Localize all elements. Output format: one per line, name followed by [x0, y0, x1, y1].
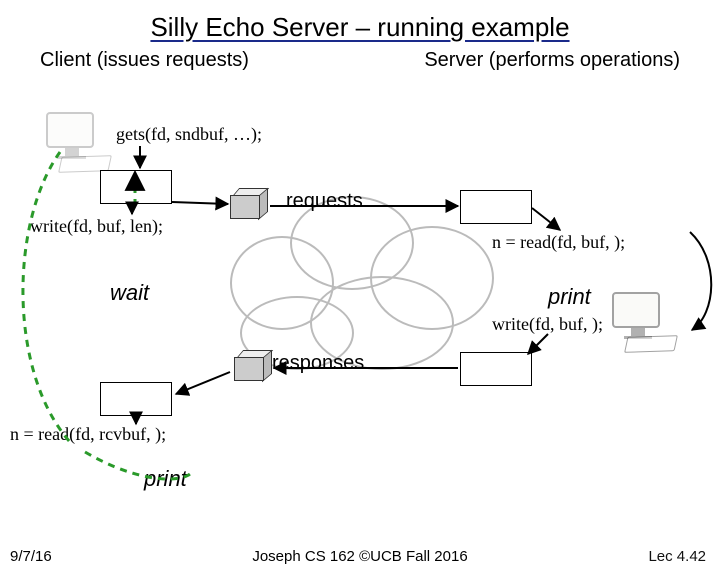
server-role: Server (performs operations) [424, 49, 680, 72]
server-keyboard-icon [624, 335, 678, 353]
code-read-server: n = read(fd, buf, ); [492, 232, 625, 253]
footer-right: Lec 4.42 [648, 548, 706, 565]
requests-label: requests [286, 190, 363, 213]
code-write: write(fd, buf, len); [30, 216, 163, 237]
print-server-label: print [548, 284, 591, 310]
role-row: Client (issues requests) Server (perform… [0, 43, 720, 72]
server-out-box [460, 352, 532, 386]
server-in-box [460, 190, 532, 224]
code-read-client: n = read(fd, rcvbuf, ); [10, 424, 166, 445]
response-packet-icon [234, 350, 268, 380]
client-role: Client (issues requests) [40, 49, 249, 72]
code-write-server: write(fd, buf, ); [492, 314, 603, 335]
wait-label: wait [110, 280, 149, 306]
client-out-box [100, 382, 172, 416]
responses-label: responses [272, 352, 364, 375]
server-computer-icon [612, 292, 664, 336]
request-packet-icon [230, 188, 264, 218]
slide-title: Silly Echo Server – running example [0, 12, 720, 43]
code-gets: gets(fd, sndbuf, …); [116, 124, 262, 145]
footer-center: Joseph CS 162 ©UCB Fall 2016 [0, 548, 720, 565]
client-in-box [100, 170, 172, 204]
client-computer-icon [46, 112, 98, 156]
print-client-label: print [144, 466, 187, 492]
